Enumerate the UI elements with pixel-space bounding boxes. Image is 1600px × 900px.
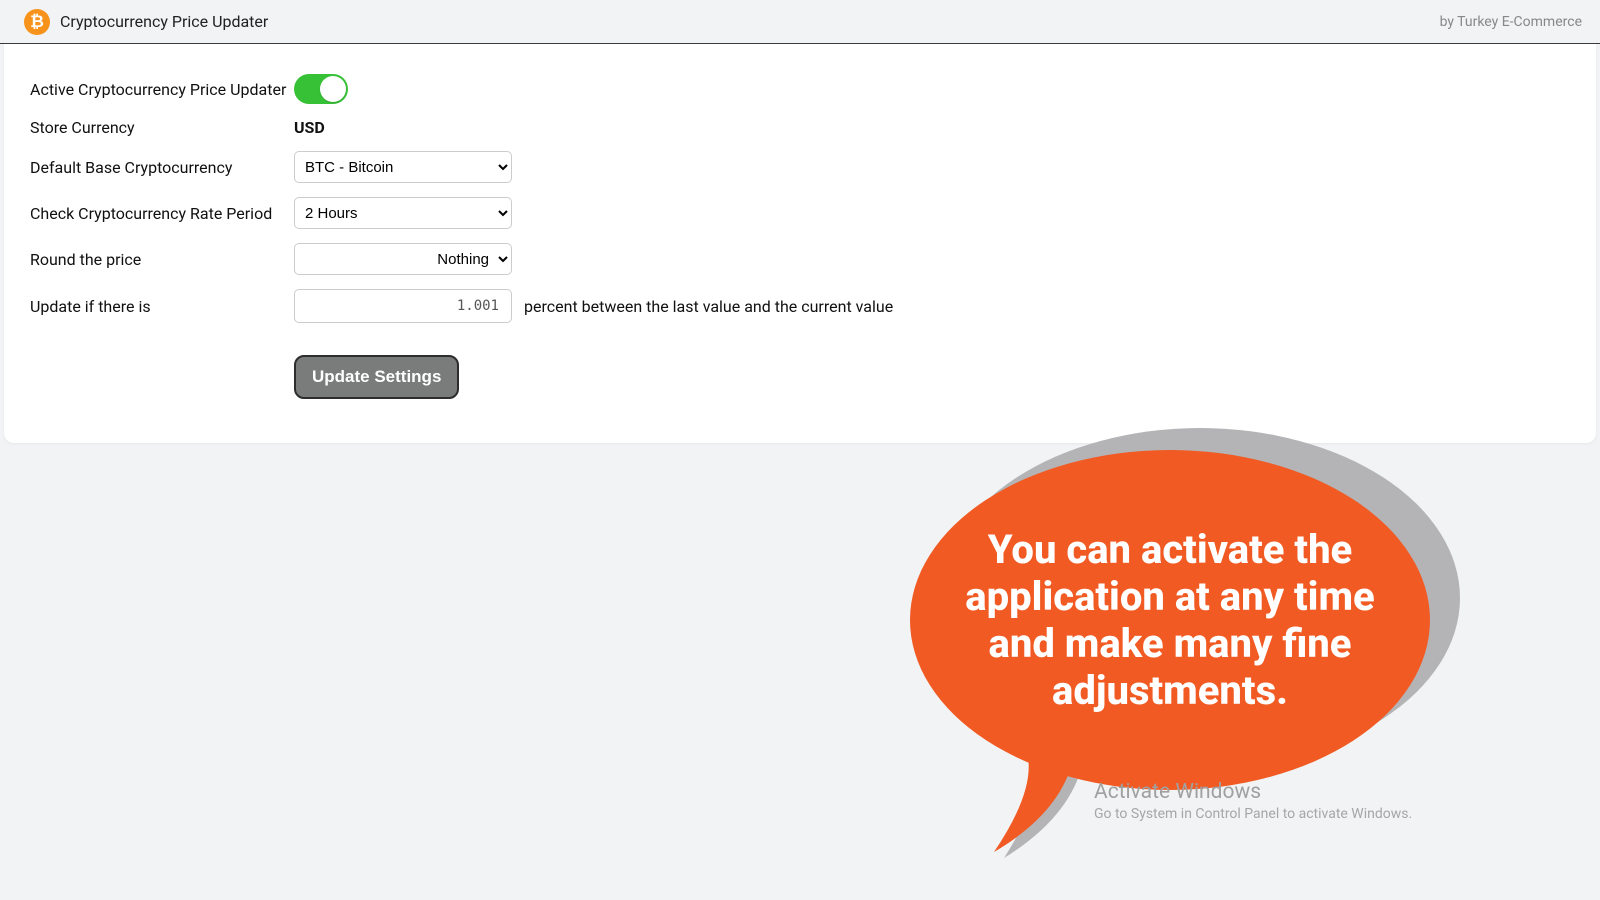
update-settings-button[interactable]: Update Settings — [294, 355, 459, 399]
row-submit: Update Settings — [30, 337, 1570, 399]
header-left: ₿ Cryptocurrency Price Updater — [24, 9, 268, 35]
update-if-input[interactable] — [294, 289, 512, 323]
app-title: Cryptocurrency Price Updater — [60, 12, 268, 31]
label-round-price: Round the price — [30, 250, 294, 269]
activate-windows-watermark: Activate Windows Go to System in Control… — [1094, 780, 1412, 822]
rate-period-select[interactable]: 2 Hours — [294, 197, 512, 229]
row-active: Active Cryptocurrency Price Updater — [30, 74, 1570, 104]
toggle-knob — [320, 76, 346, 102]
active-toggle[interactable] — [294, 74, 348, 104]
label-default-base: Default Base Cryptocurrency — [30, 158, 294, 177]
label-store-currency: Store Currency — [30, 118, 294, 137]
callout-bubble: You can activate the application at any … — [910, 450, 1430, 790]
row-update-if: Update if there is percent between the l… — [30, 289, 1570, 323]
settings-card: Active Cryptocurrency Price Updater Stor… — [4, 44, 1596, 443]
label-active: Active Cryptocurrency Price Updater — [30, 80, 294, 99]
row-default-base: Default Base Cryptocurrency BTC - Bitcoi… — [30, 151, 1570, 183]
app-header: ₿ Cryptocurrency Price Updater by Turkey… — [0, 0, 1600, 44]
row-store-currency: Store Currency USD — [30, 118, 1570, 137]
watermark-title: Activate Windows — [1094, 780, 1412, 804]
callout-text: You can activate the application at any … — [950, 526, 1390, 715]
bitcoin-icon: ₿ — [24, 9, 50, 35]
update-if-suffix: percent between the last value and the c… — [524, 297, 893, 316]
round-price-select[interactable]: Nothing — [294, 243, 512, 275]
app-byline: by Turkey E-Commerce — [1440, 14, 1582, 30]
label-rate-period: Check Cryptocurrency Rate Period — [30, 204, 294, 223]
watermark-subtitle: Go to System in Control Panel to activat… — [1094, 806, 1412, 822]
label-update-if: Update if there is — [30, 297, 294, 316]
app-root: ₿ Cryptocurrency Price Updater by Turkey… — [0, 0, 1600, 900]
store-currency-value: USD — [294, 118, 325, 137]
default-base-select[interactable]: BTC - Bitcoin — [294, 151, 512, 183]
row-rate-period: Check Cryptocurrency Rate Period 2 Hours — [30, 197, 1570, 229]
row-round-price: Round the price Nothing — [30, 243, 1570, 275]
